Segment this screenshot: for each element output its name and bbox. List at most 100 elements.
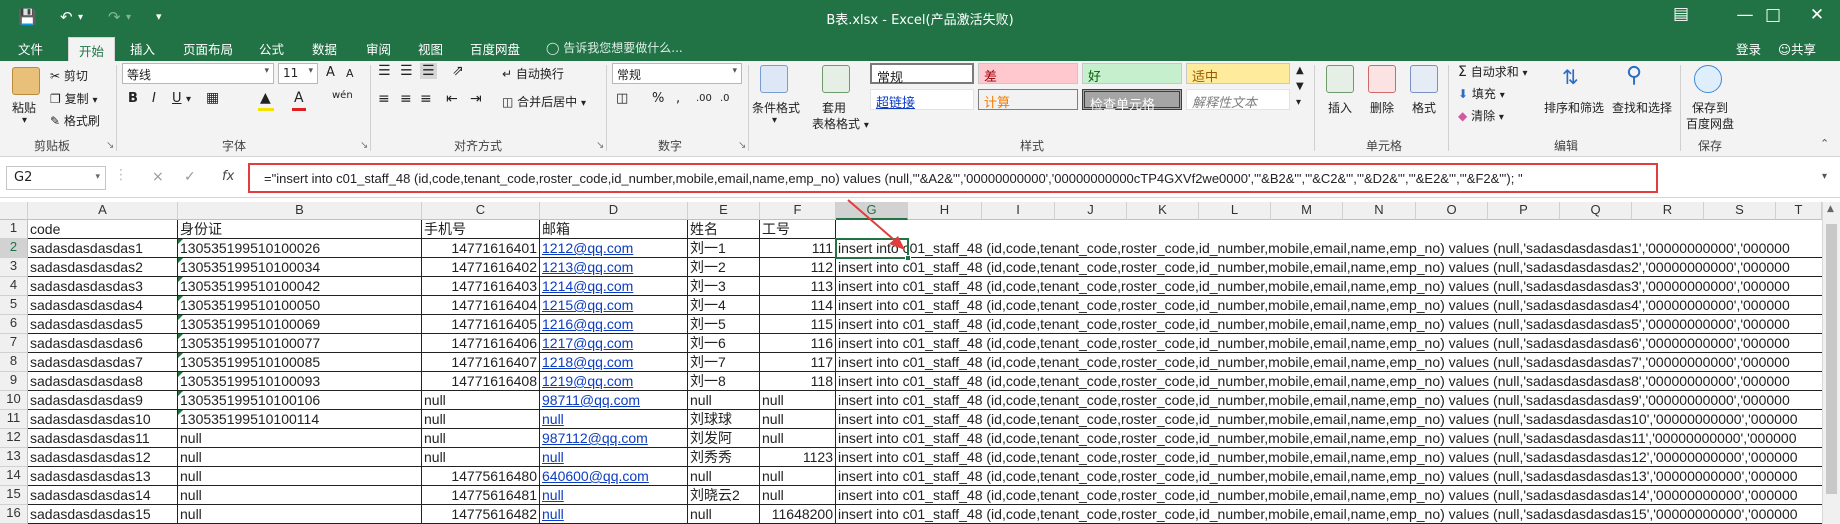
- row-header[interactable]: 15: [0, 486, 28, 505]
- cell-c[interactable]: 14775616480: [422, 467, 540, 486]
- row-header[interactable]: 5: [0, 296, 28, 315]
- scrollbar-thumb[interactable]: [1826, 224, 1837, 494]
- cell-c[interactable]: 14771616407: [422, 353, 540, 372]
- cell-d[interactable]: 987112@qq.com: [540, 429, 688, 448]
- cell-e[interactable]: null: [688, 467, 760, 486]
- header-cell[interactable]: 手机号: [422, 220, 540, 239]
- cell-d[interactable]: null: [540, 410, 688, 429]
- cell-c[interactable]: null: [422, 448, 540, 467]
- cell-a[interactable]: sadasdasdasdas6: [28, 334, 178, 353]
- cell-c[interactable]: 14775616481: [422, 486, 540, 505]
- cell-d[interactable]: 98711@qq.com: [540, 391, 688, 410]
- column-header-S[interactable]: S: [1704, 202, 1776, 220]
- scroll-up-icon[interactable]: ▲: [1827, 204, 1834, 214]
- cell-d[interactable]: 1217@qq.com: [540, 334, 688, 353]
- cell-b[interactable]: null: [178, 486, 422, 505]
- font-size-combo[interactable]: 11 ▾: [278, 63, 318, 84]
- cell-a[interactable]: sadasdasdasdas15: [28, 505, 178, 524]
- cell-g-formula-result[interactable]: insert into c01_staff_48 (id,code,tenant…: [836, 258, 1822, 277]
- cell-a[interactable]: sadasdasdasdas2: [28, 258, 178, 277]
- cell-a[interactable]: sadasdasdasdas14: [28, 486, 178, 505]
- column-header-F[interactable]: F: [760, 202, 836, 220]
- cell-a[interactable]: sadasdasdasdas8: [28, 372, 178, 391]
- header-cell[interactable]: 身份证: [178, 220, 422, 239]
- cell-g-formula-result[interactable]: insert into c01_staff_48 (id,code,tenant…: [836, 391, 1822, 410]
- row-header[interactable]: 12: [0, 429, 28, 448]
- column-header-D[interactable]: D: [540, 202, 688, 220]
- tab-page-layout[interactable]: 页面布局: [183, 39, 233, 58]
- header-cell[interactable]: code: [28, 220, 178, 239]
- cell-d[interactable]: null: [540, 486, 688, 505]
- autosum-button[interactable]: Σ 自动求和 ▾: [1458, 63, 1528, 80]
- cell-f[interactable]: null: [760, 391, 836, 410]
- cell-d[interactable]: 1216@qq.com: [540, 315, 688, 334]
- cell-f[interactable]: 111: [760, 239, 836, 258]
- cell-e[interactable]: 刘一6: [688, 334, 760, 353]
- cell-a[interactable]: sadasdasdasdas13: [28, 467, 178, 486]
- cell-f[interactable]: 113: [760, 277, 836, 296]
- column-header-R[interactable]: R: [1632, 202, 1704, 220]
- tell-me-search[interactable]: ◯ 告诉我您想要做什么...: [546, 39, 683, 56]
- copy-button[interactable]: ❐ 复制 ▾: [50, 90, 97, 107]
- cell-a[interactable]: sadasdasdasdas11: [28, 429, 178, 448]
- row-header[interactable]: 11: [0, 410, 28, 429]
- tab-home[interactable]: 开始: [68, 37, 116, 61]
- cell-c[interactable]: 14771616401: [422, 239, 540, 258]
- cell-e[interactable]: 刘发阿: [688, 429, 760, 448]
- cell-g-formula-result[interactable]: insert into c01_staff_48 (id,code,tenant…: [836, 486, 1822, 505]
- styles-more-icon[interactable]: ▾: [1296, 97, 1301, 108]
- style-hyperlink[interactable]: 超链接: [870, 89, 974, 111]
- cell-c[interactable]: 14771616406: [422, 334, 540, 353]
- conditional-formatting-button[interactable]: 条件格式: [752, 99, 800, 116]
- format-cells-button[interactable]: 格式: [1412, 99, 1436, 116]
- tab-baidu-netdisk[interactable]: 百度网盘: [470, 39, 520, 58]
- tab-review[interactable]: 审阅: [366, 39, 391, 58]
- styles-scroll-up-icon[interactable]: ▲: [1296, 65, 1304, 76]
- tab-formulas[interactable]: 公式: [259, 39, 284, 58]
- worksheet-grid[interactable]: A B C D E F G H I J K L M N O P Q R S T 1 code 身份证 手机号 邮箱 姓名 工号 2 sa…: [0, 202, 1822, 524]
- cell-f[interactable]: 1123: [760, 448, 836, 467]
- cell-d[interactable]: 1218@qq.com: [540, 353, 688, 372]
- save-to-netdisk-button[interactable]: 保存到: [1692, 99, 1728, 116]
- cell-g-formula-result[interactable]: insert into c01_staff_48 (id,code,tenant…: [836, 277, 1822, 296]
- cell-e[interactable]: 刘一4: [688, 296, 760, 315]
- cell-g-formula-result[interactable]: insert into c01_staff_48 (id,code,tenant…: [836, 334, 1822, 353]
- row-header[interactable]: 8: [0, 353, 28, 372]
- cell-g-formula-result[interactable]: insert into c01_staff_48 (id,code,tenant…: [836, 372, 1822, 391]
- cut-button[interactable]: ✂ 剪切: [50, 67, 88, 84]
- cell-c[interactable]: 14771616405: [422, 315, 540, 334]
- cell-b[interactable]: 130535199510100042: [178, 277, 422, 296]
- cell-b[interactable]: 130535199510100034: [178, 258, 422, 277]
- font-launcher-icon[interactable]: ↘: [360, 140, 368, 151]
- cell-f[interactable]: 118: [760, 372, 836, 391]
- conditional-dropdown-icon[interactable]: ▾: [772, 115, 777, 126]
- login-link[interactable]: 登录: [1736, 39, 1761, 58]
- expand-formula-icon[interactable]: ▾: [1822, 171, 1827, 182]
- cell-b[interactable]: 130535199510100114: [178, 410, 422, 429]
- column-header-P[interactable]: P: [1488, 202, 1560, 220]
- phonetic-icon[interactable]: wén: [332, 90, 353, 101]
- tab-data[interactable]: 数据: [312, 39, 337, 58]
- wrap-text-button[interactable]: ↵ 自动换行: [502, 65, 564, 82]
- cell-e[interactable]: null: [688, 391, 760, 410]
- cell-g-formula-result[interactable]: insert into c01_staff_48 (id,code,tenant…: [836, 315, 1822, 334]
- style-normal[interactable]: 常规: [870, 63, 974, 86]
- style-check-cell[interactable]: 检查单元格: [1082, 89, 1182, 113]
- cell-e[interactable]: null: [688, 505, 760, 524]
- cell-b[interactable]: null: [178, 467, 422, 486]
- close-icon[interactable]: ✕: [1794, 5, 1840, 25]
- cell-c[interactable]: 14771616408: [422, 372, 540, 391]
- cell-c[interactable]: 14771616404: [422, 296, 540, 315]
- increase-decimal-icon[interactable]: .00: [696, 93, 712, 104]
- column-header-J[interactable]: J: [1055, 202, 1127, 220]
- cell-a[interactable]: sadasdasdasdas7: [28, 353, 178, 372]
- cell-g-formula-result[interactable]: insert into c01_staff_48 (id,code,tenant…: [836, 296, 1822, 315]
- cell-e[interactable]: 刘一3: [688, 277, 760, 296]
- style-calculation[interactable]: 计算: [978, 89, 1078, 111]
- column-header-G[interactable]: G: [836, 202, 908, 220]
- underline-dropdown-icon[interactable]: ▾: [186, 94, 191, 105]
- cell-a[interactable]: sadasdasdasdas4: [28, 296, 178, 315]
- font-name-combo[interactable]: 等线 ▾: [122, 63, 274, 84]
- format-painter-button[interactable]: ✎ 格式刷: [50, 112, 100, 129]
- format-as-table-button[interactable]: 套用: [822, 99, 846, 116]
